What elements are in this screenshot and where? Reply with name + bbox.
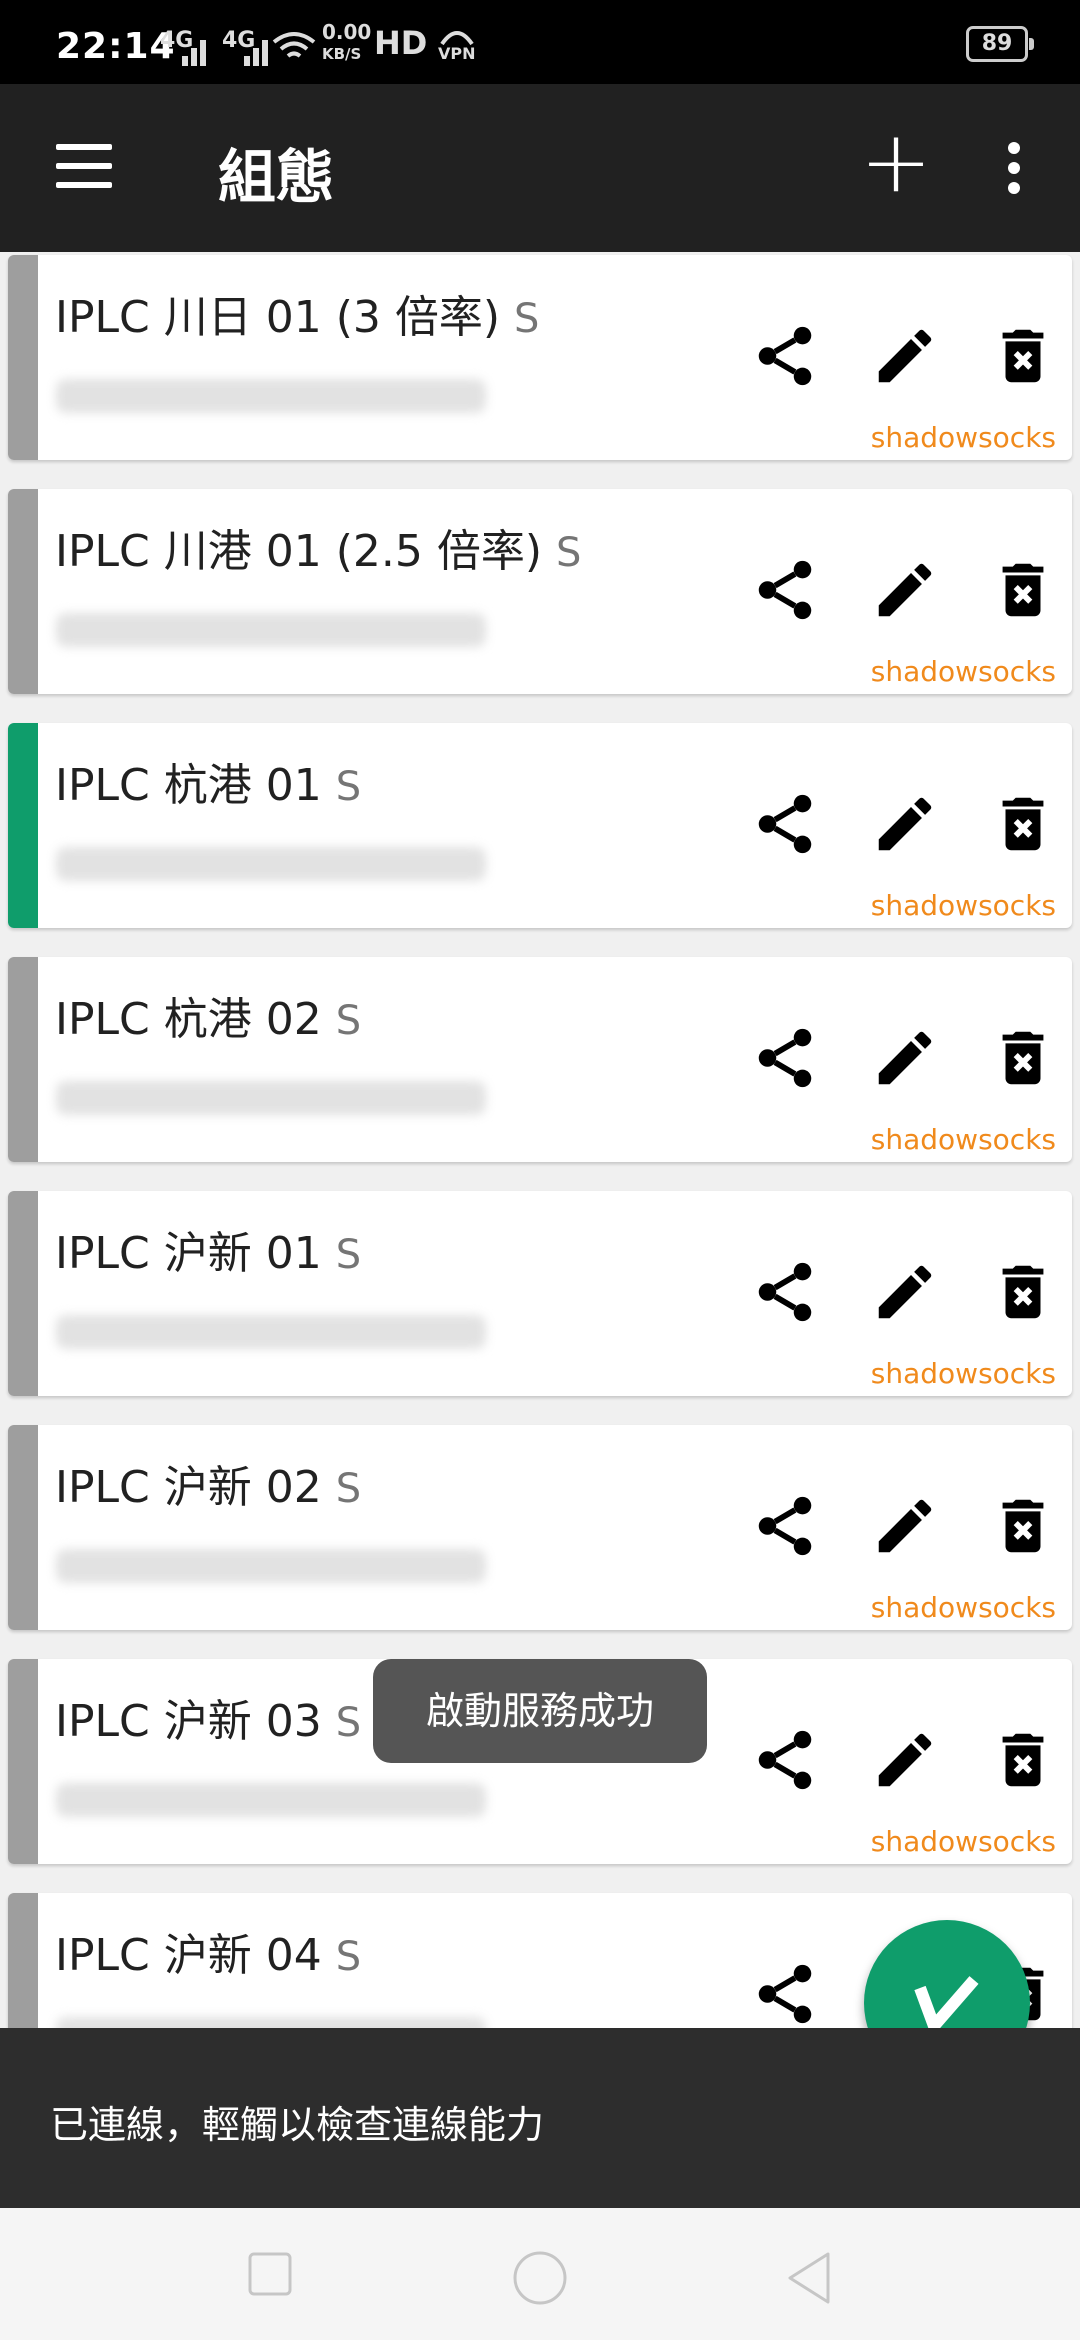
app-bar: 組態 + xyxy=(0,84,1080,252)
server-type-letter: S xyxy=(556,530,582,576)
share-icon[interactable] xyxy=(750,1023,820,1093)
server-name-text: IPLC 杭港 01 xyxy=(55,760,322,811)
delete-icon[interactable] xyxy=(988,1491,1058,1561)
server-type-letter: S xyxy=(335,1232,362,1278)
server-name: IPLC 沪新 01 S xyxy=(55,1217,361,1281)
share-icon[interactable] xyxy=(750,555,820,625)
delete-icon[interactable] xyxy=(988,321,1058,391)
server-name: IPLC 沪新 02 S xyxy=(55,1451,361,1515)
server-card[interactable]: IPLC 川港 01 (2.5 倍率) Sshadowsocks xyxy=(8,489,1072,694)
page-title: 組態 xyxy=(218,143,335,211)
data-rate: 0.00 KB/S xyxy=(322,22,371,64)
share-icon[interactable] xyxy=(750,789,820,859)
protocol-label: shadowsocks xyxy=(870,1825,1056,1858)
server-name-text: IPLC 沪新 01 xyxy=(55,1228,322,1279)
protocol-label: shadowsocks xyxy=(870,421,1056,454)
server-name: IPLC 川港 01 (2.5 倍率) S xyxy=(55,515,581,579)
selection-indicator xyxy=(8,489,38,694)
edit-icon[interactable] xyxy=(870,1257,940,1327)
server-card[interactable]: IPLC 川日 01 (3 倍率) Sshadowsocks xyxy=(8,255,1072,460)
server-type-letter: S xyxy=(514,296,540,342)
data-rate-value: 0.00 xyxy=(322,20,372,44)
edit-icon[interactable] xyxy=(870,1725,940,1795)
system-nav-bar xyxy=(0,2208,1080,2340)
server-type-letter: S xyxy=(335,764,362,810)
add-icon[interactable]: + xyxy=(860,112,932,212)
protocol-label: shadowsocks xyxy=(870,1357,1056,1390)
edit-icon[interactable] xyxy=(870,1023,940,1093)
server-name-text: IPLC 川日 01 (3 倍率) xyxy=(55,292,501,343)
server-card[interactable]: IPLC 沪新 01 Sshadowsocks xyxy=(8,1191,1072,1396)
back-icon[interactable] xyxy=(784,2250,834,2306)
server-address-blurred xyxy=(56,847,486,881)
server-type-letter: S xyxy=(335,1466,362,1512)
share-icon[interactable] xyxy=(750,1959,820,2028)
server-type-letter: S xyxy=(335,998,362,1044)
server-type-letter: S xyxy=(335,1700,362,1746)
vpn-indicator: VPN xyxy=(438,44,476,63)
hd-indicator: HD xyxy=(374,24,428,62)
server-name-text: IPLC 川港 01 (2.5 倍率) xyxy=(55,526,542,577)
server-name-text: IPLC 杭港 02 xyxy=(55,994,322,1045)
server-address-blurred xyxy=(56,1081,486,1115)
toast-message: 啟動服務成功 xyxy=(373,1659,707,1763)
status-bar: 22:14 4G 4G 0.00 KB/S HD VPN 89 xyxy=(0,0,1080,84)
selection-indicator xyxy=(8,957,38,1162)
edit-icon[interactable] xyxy=(870,1491,940,1561)
share-icon[interactable] xyxy=(750,1725,820,1795)
protocol-label: shadowsocks xyxy=(870,655,1056,688)
protocol-label: shadowsocks xyxy=(870,1123,1056,1156)
delete-icon[interactable] xyxy=(988,555,1058,625)
edit-icon[interactable] xyxy=(870,555,940,625)
selection-indicator xyxy=(8,1893,38,2028)
more-options-icon[interactable] xyxy=(1008,142,1020,194)
selection-indicator xyxy=(8,723,38,928)
server-name: IPLC 杭港 01 S xyxy=(55,749,361,813)
server-address-blurred xyxy=(56,379,486,413)
selection-indicator xyxy=(8,1659,38,1864)
server-address-blurred xyxy=(56,613,486,647)
connection-snackbar[interactable]: 已連線，輕觸以檢查連線能力 xyxy=(0,2028,1080,2208)
home-icon[interactable] xyxy=(512,2250,568,2306)
menu-icon[interactable] xyxy=(56,144,112,188)
snackbar-message: 已連線，輕觸以檢查連線能力 xyxy=(50,2103,545,2147)
server-address-blurred xyxy=(56,1549,486,1583)
server-card[interactable]: IPLC 杭港 01 Sshadowsocks xyxy=(8,723,1072,928)
delete-icon[interactable] xyxy=(988,789,1058,859)
delete-icon[interactable] xyxy=(988,1023,1058,1093)
share-icon[interactable] xyxy=(750,1257,820,1327)
server-address-blurred xyxy=(56,2017,486,2028)
server-name-text: IPLC 沪新 02 xyxy=(55,1462,322,1513)
server-address-blurred xyxy=(56,1783,486,1817)
recent-apps-icon[interactable] xyxy=(246,2250,296,2300)
selection-indicator xyxy=(8,1425,38,1630)
server-card[interactable]: IPLC 杭港 02 Sshadowsocks xyxy=(8,957,1072,1162)
server-name: IPLC 杭港 02 S xyxy=(55,983,361,1047)
server-name-text: IPLC 沪新 04 xyxy=(55,1930,322,1981)
data-rate-unit: KB/S xyxy=(322,45,362,63)
status-time: 22:14 xyxy=(56,26,176,67)
delete-icon[interactable] xyxy=(988,1725,1058,1795)
edit-icon[interactable] xyxy=(870,789,940,859)
wifi-icon xyxy=(272,32,316,58)
selection-indicator xyxy=(8,255,38,460)
battery-indicator: 89 xyxy=(966,26,1034,62)
server-name: IPLC 沪新 03 S xyxy=(55,1685,361,1749)
protocol-label: shadowsocks xyxy=(870,889,1056,922)
signal-bars-icon xyxy=(182,40,268,66)
server-name: IPLC 沪新 04 S xyxy=(55,1919,361,1983)
protocol-label: shadowsocks xyxy=(870,1591,1056,1624)
share-icon[interactable] xyxy=(750,1491,820,1561)
server-name-text: IPLC 沪新 03 xyxy=(55,1696,322,1747)
share-icon[interactable] xyxy=(750,321,820,391)
edit-icon[interactable] xyxy=(870,321,940,391)
server-address-blurred xyxy=(56,1315,486,1349)
delete-icon[interactable] xyxy=(988,1257,1058,1327)
server-type-letter: S xyxy=(335,1934,362,1980)
server-card[interactable]: IPLC 沪新 02 Sshadowsocks xyxy=(8,1425,1072,1630)
selection-indicator xyxy=(8,1191,38,1396)
vpn-icon xyxy=(440,31,474,46)
server-name: IPLC 川日 01 (3 倍率) S xyxy=(55,281,539,345)
